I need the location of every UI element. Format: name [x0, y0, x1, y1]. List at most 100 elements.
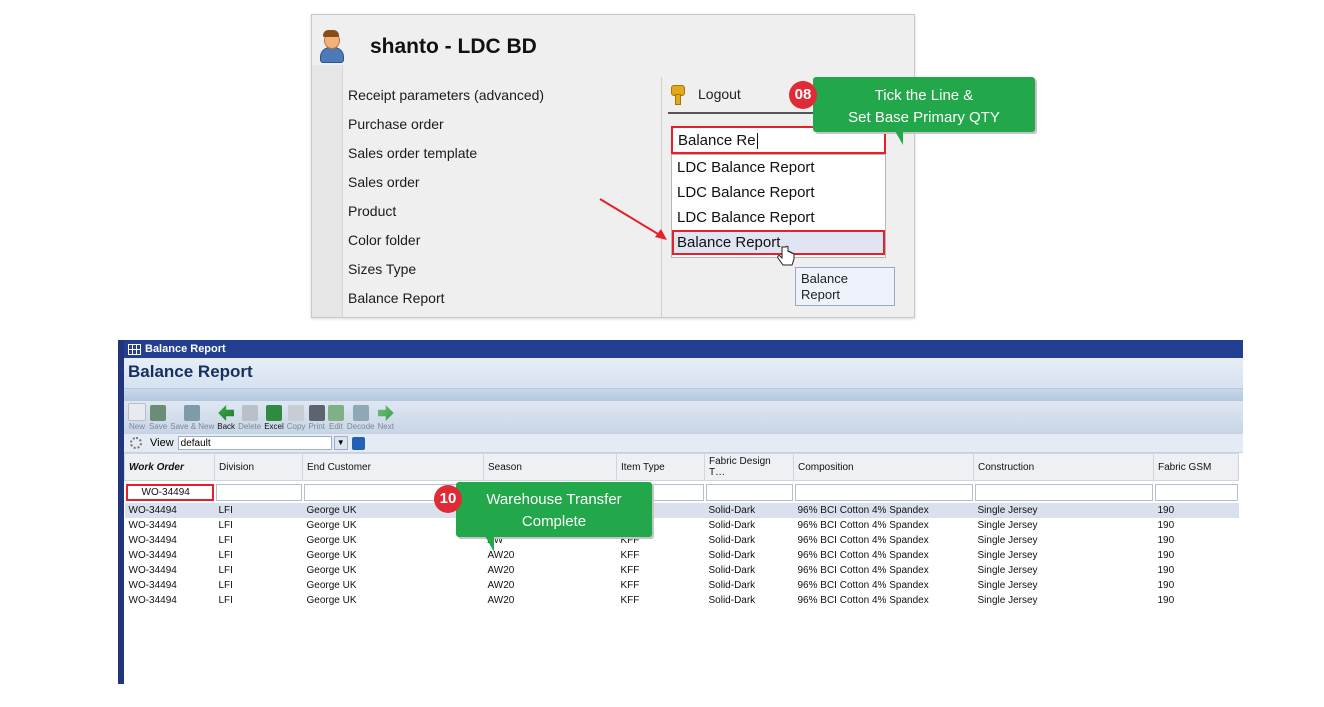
table-row[interactable]: WO-34494 LFI George UK AW20 KFF Solid-Dark 96%…: [125, 548, 1239, 563]
gear-icon[interactable]: [130, 437, 142, 449]
table-row[interactable]: WO-34494 LFI George UK AW20 KFF Solid-Dark 96%…: [125, 593, 1239, 608]
suggestion-item[interactable]: LDC Balance Report: [672, 205, 885, 230]
next-arrow-icon: [377, 405, 394, 421]
menu-item-sales-order-template[interactable]: Sales order template: [348, 143, 544, 172]
balance-report-window: Balance Report Balance Report New Save S…: [118, 340, 1243, 684]
col-header-construction[interactable]: Construction: [973, 453, 1154, 481]
col-header-composition[interactable]: Composition: [793, 453, 974, 481]
filter-input[interactable]: [705, 483, 793, 501]
user-name: shanto - LDC BD: [370, 35, 537, 58]
menu-item-sales-order[interactable]: Sales order: [348, 172, 544, 201]
cell: WO-34494: [128, 580, 177, 591]
callout-tail: [484, 534, 494, 552]
cell: George UK: [306, 565, 357, 576]
menu-item-receipt-parameters[interactable]: Receipt parameters (advanced): [348, 85, 544, 114]
back-arrow-icon: [218, 405, 235, 421]
save-icon: [150, 405, 167, 421]
edit-button[interactable]: Edit: [327, 405, 344, 431]
col-header-fabric-design[interactable]: Fabric Design T…: [704, 453, 794, 481]
cell: 190: [1157, 520, 1175, 531]
cell: 190: [1153, 503, 1239, 518]
cell: AW20: [487, 595, 515, 606]
col-header-fabric-gsm[interactable]: Fabric GSM: [1153, 453, 1239, 481]
filter-work-order-input[interactable]: WO-34494: [125, 483, 214, 501]
excel-button[interactable]: Excel: [264, 405, 284, 431]
window-title: Balance Report: [145, 343, 226, 355]
table-row[interactable]: WO-34494LFIGeorge UKAWKFFSolid-Dark96% B…: [125, 533, 1239, 548]
toolbar: New Save Save & New Back Delete Excel Co…: [124, 401, 1243, 433]
cell: Single Jersey: [977, 595, 1038, 606]
search-value: Balance Re: [678, 132, 756, 149]
cell: WO-34494: [124, 503, 215, 518]
user-header: shanto - LDC BD: [318, 29, 537, 65]
cell: LFI: [218, 550, 233, 561]
copy-icon: [288, 405, 305, 421]
panel-left-bar: [312, 65, 343, 317]
filter-input[interactable]: [1154, 483, 1238, 501]
view-select[interactable]: default: [177, 436, 332, 450]
filter-input[interactable]: [215, 483, 302, 501]
next-button[interactable]: Next: [377, 405, 394, 431]
cell: 96% BCI Cotton 4% Spandex: [797, 535, 929, 546]
callout-step-10: 10 Warehouse Transfer Complete: [434, 482, 652, 537]
cell: KFF: [620, 580, 640, 591]
cell: 190: [1157, 565, 1175, 576]
save-view-icon[interactable]: [351, 436, 365, 450]
col-header-division[interactable]: Division: [214, 453, 303, 481]
cell: Single Jersey: [977, 565, 1038, 576]
cell: Solid-Dark: [708, 595, 756, 606]
col-header-end-customer[interactable]: End Customer: [302, 453, 484, 481]
col-header-work-order[interactable]: Work Order: [124, 453, 215, 481]
table-row[interactable]: WO-34494LFIGeorge UKKFFSolid-Dark96% BCI…: [124, 503, 1239, 518]
cell: KFF: [620, 565, 640, 576]
save-new-button[interactable]: Save & New: [170, 405, 214, 431]
header-strip: [124, 389, 1243, 401]
cell: LFI: [218, 595, 233, 606]
decode-button[interactable]: Decode: [347, 405, 374, 431]
suggestion-item[interactable]: LDC Balance Report: [672, 180, 885, 205]
cell: LFI: [218, 520, 233, 531]
navigation-panel: shanto - LDC BD Receipt parameters (adva…: [311, 14, 915, 318]
window-titlebar: Balance Report: [124, 340, 1243, 358]
cell: 190: [1157, 580, 1175, 591]
callout-line: Tick the Line &: [874, 87, 974, 104]
menu-item-sizes-type[interactable]: Sizes Type: [348, 259, 544, 288]
cell: 96% BCI Cotton 4% Spandex: [797, 520, 929, 531]
new-icon: [128, 403, 146, 421]
cell: Solid-Dark: [708, 580, 756, 591]
cell: 96% BCI Cotton 4% Spandex: [793, 503, 974, 518]
menu-list: Receipt parameters (advanced) Purchase o…: [348, 85, 544, 317]
logout-button[interactable]: Logout: [670, 85, 741, 105]
new-button[interactable]: New: [128, 403, 146, 431]
col-header-season[interactable]: Season: [483, 453, 617, 481]
save-button[interactable]: Save: [149, 405, 167, 431]
delete-button[interactable]: Delete: [238, 405, 261, 431]
menu-item-color-folder[interactable]: Color folder: [348, 230, 544, 259]
table-row[interactable]: WO-34494 LFI George UK AW20 KFF Solid-Dark 96%…: [125, 563, 1239, 578]
cell: George UK: [306, 550, 357, 561]
table-row[interactable]: WO-34494LFIGeorge UKAWKFFSolid-Dark96% B…: [125, 518, 1239, 533]
key-icon: [670, 85, 685, 105]
menu-item-product[interactable]: Product: [348, 201, 544, 230]
callout-tail: [895, 131, 903, 145]
chevron-down-icon[interactable]: ▼: [333, 436, 348, 450]
back-button[interactable]: Back: [217, 405, 235, 431]
data-grid: Work Order Division End Customer Season …: [124, 453, 1239, 608]
grid-icon: [128, 343, 141, 355]
view-label: View: [150, 437, 174, 449]
filter-input[interactable]: [974, 483, 1153, 501]
print-button[interactable]: Print: [308, 405, 325, 431]
table-row[interactable]: WO-34494 LFI George UK AW20 KFF Solid-Dark 96%…: [125, 578, 1239, 593]
cell: Solid-Dark: [708, 535, 756, 546]
header-row: Work Order Division End Customer Season …: [124, 453, 1239, 481]
menu-item-balance-report[interactable]: Balance Report: [348, 288, 544, 317]
copy-button[interactable]: Copy: [287, 405, 305, 431]
cell: Solid-Dark: [708, 550, 756, 561]
cell: KFF: [620, 550, 640, 561]
col-header-item-type[interactable]: Item Type: [616, 453, 705, 481]
tooltip: Balance Report: [795, 267, 895, 306]
search-suggestions: LDC Balance Report LDC Balance Report LD…: [671, 154, 886, 258]
filter-input[interactable]: [794, 483, 973, 501]
suggestion-item[interactable]: LDC Balance Report: [672, 155, 885, 180]
menu-item-purchase-order[interactable]: Purchase order: [348, 114, 544, 143]
